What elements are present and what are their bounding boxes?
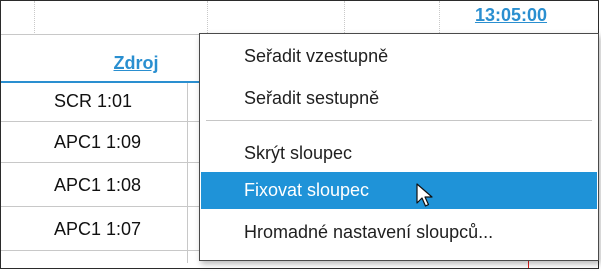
table-row[interactable]: APC1 1:07 (54, 219, 141, 240)
arrow-cursor-icon (416, 183, 433, 207)
menu-item-hide-column[interactable]: Skrýt sloupec (201, 135, 597, 172)
time-column-header[interactable]: 13:05:00 (441, 5, 581, 26)
table-row[interactable]: APC1 1:08 (54, 175, 141, 196)
menu-separator (206, 120, 592, 121)
menu-item-bulk-column-settings[interactable]: Hromadné nastavení sloupců... (201, 214, 597, 251)
column-separator (34, 1, 35, 33)
menu-item-sort-descending[interactable]: Seřadit sestupně (201, 80, 597, 117)
context-menu: Seřadit vzestupně Seřadit sestupně Skrýt… (199, 33, 599, 261)
column-separator (439, 1, 440, 33)
menu-item-freeze-column[interactable]: Fixovat sloupec (201, 172, 597, 209)
column-border (187, 83, 188, 263)
table-row[interactable]: APC1 1:09 (54, 132, 141, 153)
column-header-zdroj[interactable]: Zdroj (91, 53, 181, 74)
menu-item-sort-ascending[interactable]: Seřadit vzestupně (201, 38, 597, 75)
table-row[interactable]: SCR 1:01 (54, 91, 132, 112)
column-separator (344, 1, 345, 33)
column-separator (207, 1, 208, 33)
header-underline (1, 81, 201, 83)
